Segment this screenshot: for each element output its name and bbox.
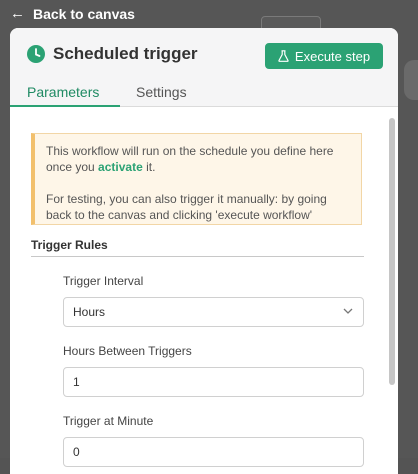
trigger-interval-value: Hours	[73, 305, 106, 319]
schedule-notice: This workflow will run on the schedule y…	[31, 133, 362, 225]
clock-icon	[27, 45, 45, 63]
back-to-canvas-link[interactable]: ← Back to canvas	[10, 5, 135, 22]
trigger-interval-label: Trigger Interval	[63, 274, 144, 288]
hours-between-input[interactable]: 1	[63, 367, 364, 397]
panel-header: Scheduled trigger Execute step Parameter…	[10, 28, 398, 107]
node-title-row: Scheduled trigger	[27, 44, 198, 64]
trigger-minute-value: 0	[73, 445, 80, 459]
arrow-left-icon: ←	[10, 5, 25, 22]
chevron-down-icon	[343, 308, 353, 314]
notice-line-2: For testing, you can also trigger it man…	[46, 192, 327, 222]
trigger-rules-heading: Trigger Rules	[31, 238, 108, 252]
notice-line-1: This workflow will run on the schedule y…	[46, 143, 351, 175]
panel-scrollbar[interactable]	[386, 112, 398, 474]
canvas-side-handle	[404, 60, 418, 100]
back-to-canvas-label: Back to canvas	[33, 5, 135, 22]
activate-link[interactable]: activate	[98, 160, 143, 174]
hours-between-value: 1	[73, 375, 80, 389]
flask-icon	[278, 50, 289, 62]
tab-parameters[interactable]: Parameters	[27, 84, 99, 100]
tab-settings[interactable]: Settings	[136, 84, 187, 100]
trigger-minute-input[interactable]: 0	[63, 437, 364, 467]
notice-text: This workflow will run on the schedule y…	[46, 144, 334, 174]
trigger-interval-select[interactable]: Hours	[63, 297, 364, 327]
notice-text: it.	[142, 160, 156, 174]
node-details-panel: Scheduled trigger Execute step Parameter…	[10, 28, 398, 474]
trigger-minute-label: Trigger at Minute	[63, 414, 154, 428]
scrollbar-thumb[interactable]	[389, 118, 395, 385]
active-tab-indicator	[10, 105, 120, 107]
execute-step-label: Execute step	[294, 48, 371, 64]
hours-between-label: Hours Between Triggers	[63, 344, 192, 358]
section-divider	[31, 256, 364, 257]
execute-step-button[interactable]: Execute step	[265, 43, 383, 69]
node-title[interactable]: Scheduled trigger	[53, 44, 198, 64]
